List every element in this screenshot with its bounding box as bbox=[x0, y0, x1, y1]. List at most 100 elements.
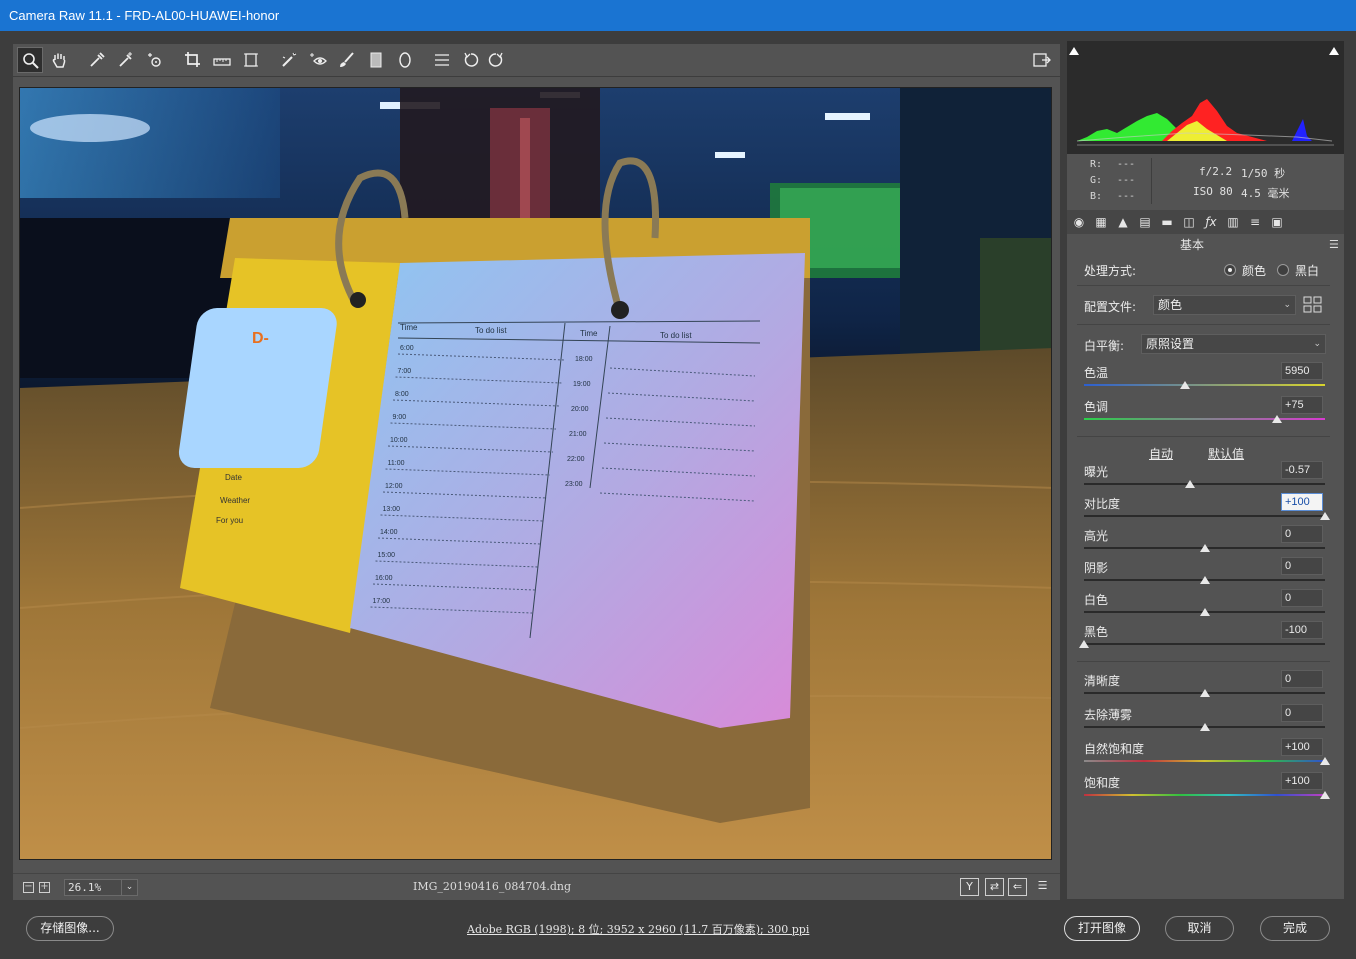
straighten-icon[interactable] bbox=[209, 47, 235, 73]
highlight-clipping-icon[interactable] bbox=[1328, 44, 1340, 56]
done-button[interactable]: 完成 bbox=[1260, 916, 1330, 941]
chevron-down-icon: ⌄ bbox=[1283, 300, 1291, 310]
slider-value-field[interactable]: +100 bbox=[1281, 738, 1323, 756]
save-image-button[interactable]: 存储图像... bbox=[26, 916, 114, 941]
transform-icon[interactable] bbox=[238, 47, 264, 73]
slider-label: 黑色 bbox=[1084, 625, 1109, 639]
before-after-icon[interactable]: Y bbox=[960, 878, 979, 896]
slider-thumb[interactable] bbox=[1320, 512, 1330, 520]
slider-thumb[interactable] bbox=[1320, 757, 1330, 765]
panel-menu-icon[interactable]: ☰ bbox=[1329, 238, 1339, 251]
calendar-time-label: 12:00 bbox=[385, 483, 403, 490]
shadow-clipping-icon[interactable] bbox=[1068, 44, 1080, 56]
b-value: --- bbox=[1117, 191, 1136, 202]
slider-thumb[interactable] bbox=[1271, 415, 1282, 423]
snapshots-tab-icon[interactable]: ▣ bbox=[1269, 215, 1285, 229]
spot-removal-icon[interactable] bbox=[276, 47, 302, 73]
slider-thumb[interactable] bbox=[1199, 576, 1210, 584]
slider-value-field[interactable]: -0.57 bbox=[1281, 461, 1323, 479]
slider-value-field[interactable]: -100 bbox=[1281, 621, 1323, 639]
hand-icon[interactable] bbox=[46, 47, 72, 73]
profile-browser-icon[interactable] bbox=[1303, 296, 1323, 314]
slider-thumb[interactable] bbox=[1180, 381, 1191, 389]
calendar-time-label: 10:00 bbox=[390, 437, 408, 444]
auto-link[interactable]: 自动 bbox=[1149, 445, 1173, 462]
basic-tab-icon[interactable]: ◉ bbox=[1071, 215, 1087, 229]
slider-thumb[interactable] bbox=[1199, 544, 1210, 552]
lens-corrections-tab-icon[interactable]: ◫ bbox=[1181, 215, 1197, 229]
calendar-time-label: 7:00 bbox=[398, 368, 412, 375]
shutter-value: 1/50 秒 bbox=[1241, 167, 1286, 180]
slider-track[interactable] bbox=[1084, 515, 1325, 517]
effects-tab-icon[interactable]: ƒx bbox=[1203, 215, 1219, 229]
white-balance-icon[interactable] bbox=[84, 47, 110, 73]
zoom-icon[interactable] bbox=[17, 47, 43, 73]
r-label: R: bbox=[1090, 159, 1103, 170]
slider-value-field[interactable]: +75 bbox=[1281, 396, 1323, 414]
slider-thumb[interactable] bbox=[1079, 640, 1089, 648]
r-value: --- bbox=[1117, 159, 1136, 170]
slider-label: 自然饱和度 bbox=[1084, 742, 1145, 756]
for-you-label: For you bbox=[216, 516, 243, 525]
left-todo-header: To do list bbox=[475, 326, 507, 335]
hsl-tab-icon[interactable]: ▤ bbox=[1137, 215, 1153, 229]
presets-tab-icon[interactable]: ≡ bbox=[1247, 215, 1263, 229]
slider-track[interactable] bbox=[1084, 794, 1325, 796]
slider-track[interactable] bbox=[1084, 418, 1325, 420]
crop-icon[interactable] bbox=[180, 47, 206, 73]
adjustment-brush-icon[interactable] bbox=[334, 47, 360, 73]
calibration-tab-icon[interactable]: ▥ bbox=[1225, 215, 1241, 229]
preferences-icon[interactable] bbox=[429, 47, 455, 73]
cancel-button[interactable]: 取消 bbox=[1165, 916, 1234, 941]
zoom-out-button[interactable]: − bbox=[23, 882, 34, 893]
swap-settings-icon[interactable]: ⇄ bbox=[985, 878, 1004, 896]
rotate-left-icon[interactable] bbox=[458, 47, 484, 73]
image-preview[interactable]: D- Date Weather For you Time To do list … bbox=[19, 87, 1052, 860]
white-balance-select[interactable]: 原照设置 ⌄ bbox=[1141, 334, 1326, 354]
targeted-adjustment-icon[interactable] bbox=[142, 47, 168, 73]
slider-thumb[interactable] bbox=[1320, 791, 1330, 799]
treatment-bw-radio[interactable] bbox=[1277, 264, 1289, 276]
toggle-settings-icon[interactable]: ☰ bbox=[1033, 878, 1052, 896]
graduated-filter-icon[interactable] bbox=[363, 47, 389, 73]
slider-track[interactable] bbox=[1084, 760, 1325, 762]
left-time-header: Time bbox=[400, 323, 418, 332]
default-link[interactable]: 默认值 bbox=[1208, 445, 1244, 462]
slider-thumb[interactable] bbox=[1199, 608, 1210, 616]
slider-value-field[interactable]: 0 bbox=[1281, 704, 1323, 722]
calendar-time-label: 19:00 bbox=[573, 381, 591, 388]
radial-filter-icon[interactable] bbox=[392, 47, 418, 73]
copy-settings-icon[interactable]: ⇐ bbox=[1008, 878, 1027, 896]
slider-track[interactable] bbox=[1084, 643, 1325, 645]
split-toning-tab-icon[interactable]: ▬ bbox=[1159, 215, 1175, 229]
tone-curve-tab-icon[interactable]: ▦ bbox=[1093, 215, 1109, 229]
slider-value-field[interactable]: 5950 bbox=[1281, 362, 1323, 380]
zoom-in-button[interactable]: + bbox=[39, 882, 50, 893]
slider-value-field[interactable]: +100 bbox=[1281, 772, 1323, 790]
treatment-color-radio[interactable] bbox=[1224, 264, 1236, 276]
open-image-button[interactable]: 打开图像 bbox=[1064, 916, 1140, 941]
color-sampler-icon[interactable] bbox=[113, 47, 139, 73]
red-eye-icon[interactable] bbox=[305, 47, 331, 73]
zoom-level-field[interactable]: 26.1% bbox=[64, 879, 122, 896]
slider-thumb[interactable] bbox=[1199, 723, 1210, 731]
fullscreen-icon[interactable] bbox=[1029, 47, 1055, 73]
date-label: Date bbox=[225, 473, 242, 482]
rotate-right-icon[interactable] bbox=[483, 47, 509, 73]
slider-value-field[interactable]: +100 bbox=[1281, 493, 1323, 511]
zoom-dropdown-chevron-icon[interactable]: ⌄ bbox=[121, 879, 138, 896]
slider-value-field[interactable]: 0 bbox=[1281, 525, 1323, 543]
slider-thumb[interactable] bbox=[1185, 480, 1196, 488]
focal-length-value: 4.5 毫米 bbox=[1241, 187, 1290, 200]
right-todo-header: To do list bbox=[660, 331, 692, 340]
iso-value: ISO 80 bbox=[1193, 185, 1233, 198]
slider-value-field[interactable]: 0 bbox=[1281, 589, 1323, 607]
detail-tab-icon[interactable]: ▲ bbox=[1115, 215, 1131, 229]
slider-value-field[interactable]: 0 bbox=[1281, 670, 1323, 688]
profile-select[interactable]: 颜色 ⌄ bbox=[1153, 295, 1296, 315]
slider-thumb[interactable] bbox=[1199, 689, 1210, 697]
slider-track[interactable] bbox=[1084, 384, 1325, 386]
slider-value-field[interactable]: 0 bbox=[1281, 557, 1323, 575]
slider-track[interactable] bbox=[1084, 483, 1325, 485]
workflow-options-link[interactable]: Adobe RGB (1998); 8 位; 3952 x 2960 (11.7… bbox=[467, 921, 809, 937]
